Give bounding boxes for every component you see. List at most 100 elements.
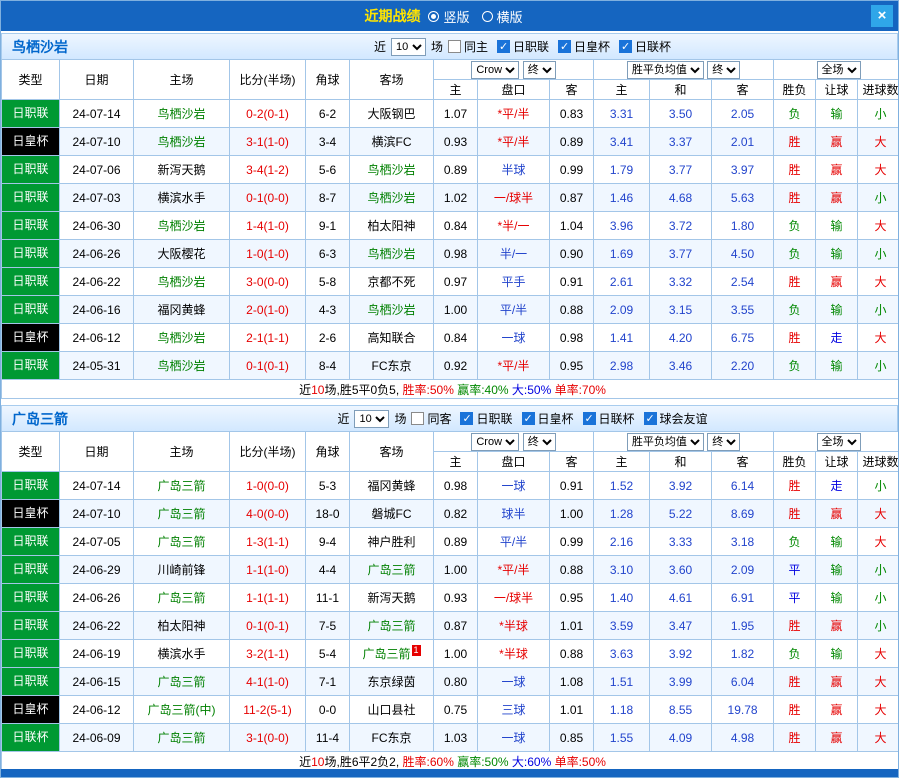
result-goals: 大 bbox=[858, 212, 899, 240]
score[interactable]: 0-1(0-1) bbox=[230, 352, 306, 380]
away-team[interactable]: FC东京 bbox=[350, 352, 434, 380]
filter-checkbox[interactable]: 日职联 bbox=[460, 410, 512, 427]
score[interactable]: 0-1(0-1) bbox=[230, 612, 306, 640]
filter-checkbox[interactable]: 日皇杯 bbox=[558, 38, 610, 55]
home-team[interactable]: 柏太阳神 bbox=[134, 612, 230, 640]
match-scope-select[interactable]: 全场 bbox=[817, 61, 861, 79]
filter-checkbox[interactable]: 日联杯 bbox=[583, 410, 635, 427]
score[interactable]: 2-0(1-0) bbox=[230, 296, 306, 324]
avg-timing-select[interactable]: 终 bbox=[707, 433, 740, 451]
filter-checkbox[interactable]: 日皇杯 bbox=[522, 410, 574, 427]
team-name[interactable]: 鸟栖沙岩 bbox=[2, 37, 152, 57]
home-team[interactable]: 大阪樱花 bbox=[134, 240, 230, 268]
avg-type-select[interactable]: 胜平负均值 bbox=[627, 433, 704, 451]
filter-checkbox[interactable]: 同客 bbox=[411, 410, 451, 427]
handicap-line: 一/球半 bbox=[478, 184, 550, 212]
home-team[interactable]: 鸟栖沙岩 bbox=[134, 128, 230, 156]
asian-odds-away: 0.89 bbox=[550, 128, 594, 156]
bookmaker-select[interactable]: Crow bbox=[471, 433, 519, 451]
result-goals: 大 bbox=[858, 268, 899, 296]
score[interactable]: 3-1(1-0) bbox=[230, 128, 306, 156]
home-team[interactable]: 广岛三箭 bbox=[134, 584, 230, 612]
score[interactable]: 3-2(1-1) bbox=[230, 640, 306, 668]
away-team[interactable]: 广岛三箭 bbox=[350, 612, 434, 640]
home-team[interactable]: 鸟栖沙岩 bbox=[134, 212, 230, 240]
home-team[interactable]: 广岛三箭 bbox=[134, 528, 230, 556]
avg-timing-select[interactable]: 终 bbox=[707, 61, 740, 79]
home-team[interactable]: 鸟栖沙岩 bbox=[134, 268, 230, 296]
odds-timing-select[interactable]: 终 bbox=[523, 433, 556, 451]
odds-timing-select[interactable]: 终 bbox=[523, 61, 556, 79]
away-team[interactable]: 神户胜利 bbox=[350, 528, 434, 556]
away-team[interactable]: 广岛三箭 bbox=[350, 556, 434, 584]
layout-option-vertical[interactable]: 竖版 bbox=[428, 7, 469, 26]
home-team[interactable]: 广岛三箭 bbox=[134, 668, 230, 696]
filter-checkbox[interactable]: 同主 bbox=[448, 38, 488, 55]
home-team[interactable]: 鸟栖沙岩 bbox=[134, 100, 230, 128]
home-team[interactable]: 广岛三箭 bbox=[134, 472, 230, 500]
away-team[interactable]: 山口县社 bbox=[350, 696, 434, 724]
score[interactable]: 4-1(1-0) bbox=[230, 668, 306, 696]
avg-home-odds: 1.41 bbox=[594, 324, 650, 352]
filter-checkbox[interactable]: 球会友谊 bbox=[644, 410, 708, 427]
score[interactable]: 3-1(0-0) bbox=[230, 724, 306, 752]
avg-home-odds: 1.18 bbox=[594, 696, 650, 724]
home-team[interactable]: 横滨水手 bbox=[134, 640, 230, 668]
score[interactable]: 0-1(0-0) bbox=[230, 184, 306, 212]
home-team[interactable]: 广岛三箭 bbox=[134, 500, 230, 528]
away-team[interactable]: 横滨FC bbox=[350, 128, 434, 156]
result-outcome: 负 bbox=[774, 100, 816, 128]
bookmaker-select[interactable]: Crow bbox=[471, 61, 519, 79]
away-team[interactable]: 广岛三箭1 bbox=[350, 640, 434, 668]
score[interactable]: 3-0(0-0) bbox=[230, 268, 306, 296]
away-team[interactable]: 东京绿茵 bbox=[350, 668, 434, 696]
home-team[interactable]: 鸟栖沙岩 bbox=[134, 352, 230, 380]
away-team[interactable]: 大阪钢巴 bbox=[350, 100, 434, 128]
home-team[interactable]: 横滨水手 bbox=[134, 184, 230, 212]
away-team[interactable]: 新泻天鹅 bbox=[350, 584, 434, 612]
score[interactable]: 1-1(1-0) bbox=[230, 556, 306, 584]
score[interactable]: 1-1(1-1) bbox=[230, 584, 306, 612]
score[interactable]: 3-4(1-2) bbox=[230, 156, 306, 184]
league-type: 日皇杯 bbox=[2, 696, 60, 724]
away-team[interactable]: 福冈黄蜂 bbox=[350, 472, 434, 500]
result-goals: 小 bbox=[858, 612, 899, 640]
score[interactable]: 11-2(5-1) bbox=[230, 696, 306, 724]
away-team[interactable]: 高知联合 bbox=[350, 324, 434, 352]
filter-checkbox[interactable]: 日职联 bbox=[497, 38, 549, 55]
home-team[interactable]: 新泻天鹅 bbox=[134, 156, 230, 184]
summary-line: 近10场,胜6平2负2, 胜率:60% 赢率:50% 大:60% 单率:50% bbox=[2, 752, 899, 771]
corners: 7-1 bbox=[306, 668, 350, 696]
away-team[interactable]: 鸟栖沙岩 bbox=[350, 296, 434, 324]
score[interactable]: 1-0(1-0) bbox=[230, 240, 306, 268]
score[interactable]: 0-2(0-1) bbox=[230, 100, 306, 128]
away-team[interactable]: 磐城FC bbox=[350, 500, 434, 528]
score[interactable]: 1-4(1-0) bbox=[230, 212, 306, 240]
league-type: 日职联 bbox=[2, 352, 60, 380]
home-team[interactable]: 广岛三箭 bbox=[134, 724, 230, 752]
home-team[interactable]: 川崎前锋 bbox=[134, 556, 230, 584]
score[interactable]: 2-1(1-1) bbox=[230, 324, 306, 352]
away-team[interactable]: 鸟栖沙岩 bbox=[350, 156, 434, 184]
match-scope-select[interactable]: 全场 bbox=[817, 433, 861, 451]
away-team[interactable]: 鸟栖沙岩 bbox=[350, 240, 434, 268]
away-team[interactable]: 鸟栖沙岩 bbox=[350, 184, 434, 212]
avg-draw-odds: 3.47 bbox=[650, 612, 712, 640]
score[interactable]: 1-0(0-0) bbox=[230, 472, 306, 500]
away-team[interactable]: 柏太阳神 bbox=[350, 212, 434, 240]
close-button[interactable]: × bbox=[871, 5, 893, 27]
avg-type-select[interactable]: 胜平负均值 bbox=[627, 61, 704, 79]
away-team[interactable]: 京都不死 bbox=[350, 268, 434, 296]
away-team[interactable]: FC东京 bbox=[350, 724, 434, 752]
home-team[interactable]: 福冈黄蜂 bbox=[134, 296, 230, 324]
filter-checkbox[interactable]: 日联杯 bbox=[619, 38, 671, 55]
home-team[interactable]: 鸟栖沙岩 bbox=[134, 324, 230, 352]
match-count-select[interactable]: 10 bbox=[391, 38, 426, 56]
team-name[interactable]: 广岛三箭 bbox=[2, 409, 152, 429]
score[interactable]: 4-0(0-0) bbox=[230, 500, 306, 528]
col-header-corners: 角球 bbox=[306, 432, 350, 472]
layout-option-horizontal[interactable]: 横版 bbox=[482, 7, 523, 26]
score[interactable]: 1-3(1-1) bbox=[230, 528, 306, 556]
home-team[interactable]: 广岛三箭(中) bbox=[134, 696, 230, 724]
match-count-select[interactable]: 10 bbox=[354, 410, 389, 428]
